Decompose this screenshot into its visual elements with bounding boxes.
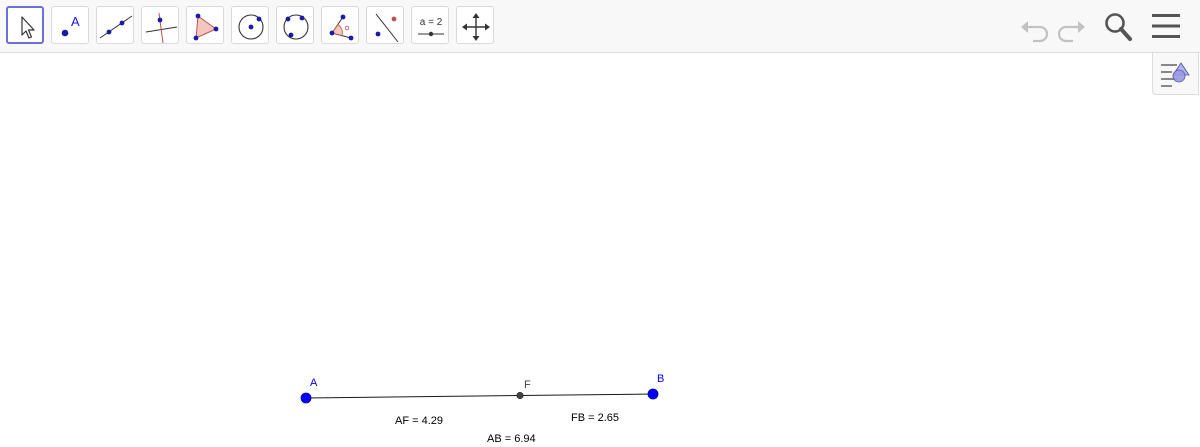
segment-ab[interactable] — [305, 393, 654, 399]
point-tool-button[interactable]: A — [51, 6, 89, 44]
point-icon: A — [61, 14, 80, 37]
reflect-tool-button[interactable] — [366, 6, 404, 44]
search-button[interactable] — [1100, 8, 1136, 44]
construction-drawing — [300, 388, 659, 404]
distance-af-label: AF = 4.29 — [395, 415, 444, 427]
angle-icon — [329, 14, 354, 41]
distance-fb-label: FB = 2.65 — [571, 412, 620, 424]
circle-three-points-icon — [283, 14, 309, 40]
move-graphics-view-tool-button[interactable] — [456, 6, 494, 44]
slider-tool-glyph: a = 2 — [420, 17, 443, 28]
move-arrows-icon — [462, 13, 490, 41]
circle-center-point-icon — [238, 14, 264, 40]
undo-button[interactable] — [1017, 8, 1053, 44]
graphics-view[interactable]: A F B AF = 4.29 FB = 2.65 AB = 6.94 — [0, 53, 1200, 447]
perpendicular-line-icon — [145, 12, 178, 44]
distance-ab-label: AB = 6.94 — [487, 433, 536, 445]
point-b-label: B — [657, 373, 665, 385]
search-icon — [1105, 13, 1132, 41]
redo-icon — [1057, 21, 1085, 43]
point-f[interactable] — [516, 391, 524, 399]
polygon-tool-button[interactable] — [186, 6, 224, 44]
circle-three-points-tool-button[interactable] — [276, 6, 314, 44]
point-a[interactable] — [300, 392, 312, 404]
arrow-pointer-icon — [21, 16, 35, 39]
slider-icon: a = 2 — [418, 17, 444, 37]
reflect-about-line-icon — [375, 13, 399, 43]
slider-tool-button[interactable]: a = 2 — [411, 6, 449, 44]
main-menu-button[interactable] — [1148, 8, 1184, 44]
angle-tool-button[interactable] — [321, 6, 359, 44]
point-f-label: F — [524, 379, 531, 391]
redo-button[interactable] — [1053, 8, 1089, 44]
circle-tool-button[interactable] — [231, 6, 269, 44]
polygon-icon — [193, 13, 219, 41]
point-a-label: A — [310, 377, 318, 389]
point-b[interactable] — [647, 388, 659, 400]
line-through-points-icon — [99, 15, 133, 39]
perpendicular-line-tool-button[interactable] — [141, 6, 179, 44]
move-tool-button[interactable] — [6, 6, 44, 44]
hamburger-menu-icon — [1152, 14, 1180, 38]
undo-icon — [1021, 21, 1049, 43]
toolbar: A a = 2 — [0, 0, 1200, 53]
point-tool-glyph: A — [71, 14, 80, 29]
line-tool-button[interactable] — [96, 6, 134, 44]
